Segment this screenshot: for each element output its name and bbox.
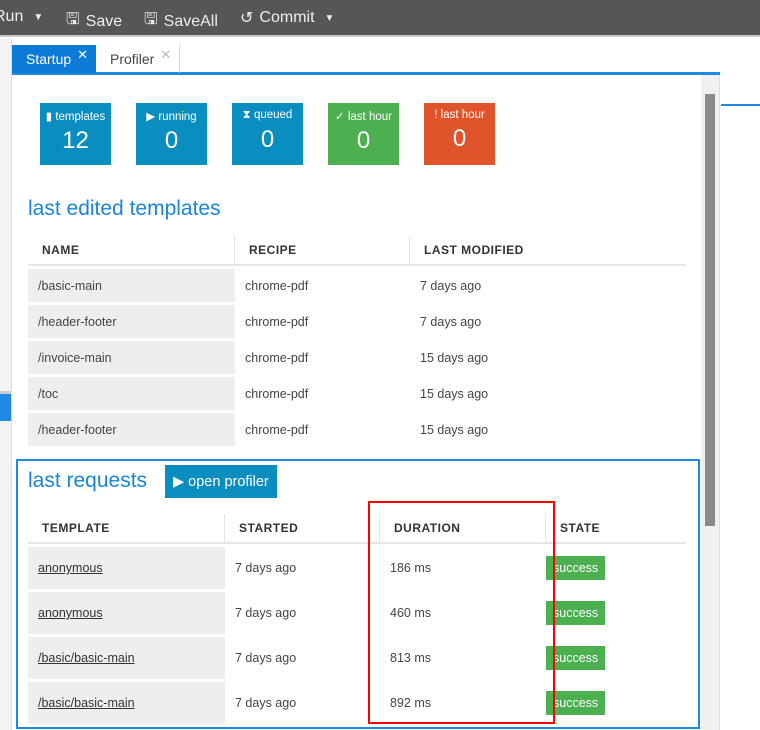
scrollbar[interactable] (701, 75, 720, 730)
table-row[interactable]: /toc chrome-pdf 15 days ago (28, 377, 686, 410)
hourglass-icon: ⧗ (242, 109, 251, 121)
tab-bar: Startup ✕ Profiler ✕ (12, 39, 720, 75)
cell: /invoice-main (28, 341, 235, 374)
caret-down-icon: ▼ (33, 11, 44, 23)
requests-title: last requests (28, 469, 148, 492)
tile-label: ! last hour (434, 109, 485, 121)
col-recipe: RECIPE (235, 236, 410, 266)
col-template: TEMPLATE (28, 514, 225, 544)
cell: chrome-pdf (245, 422, 309, 437)
saveall-button[interactable]: 🖫 SaveAll (144, 8, 218, 35)
duration-highlight-box (368, 501, 555, 724)
cell: chrome-pdf (245, 314, 309, 329)
commit-button[interactable]: ↺ Commit ▼ (240, 8, 334, 28)
scrollbar-thumb[interactable] (705, 94, 715, 526)
started-cell: 7 days ago (235, 651, 297, 665)
template-link[interactable]: /basic/basic-main (38, 651, 135, 665)
requests-table: TEMPLATE STARTED DURATION STATE anonymou… (28, 511, 686, 727)
cell: 7 days ago (420, 278, 482, 293)
tile-label: ✓ last hour (335, 111, 392, 123)
last-requests-panel: last requests ▶ open profiler TEMPLATE ST… (16, 459, 700, 729)
cell: chrome-pdf (245, 350, 309, 365)
templates-table: NAME RECIPE LAST MODIFIED /basic-main chr… (28, 233, 686, 449)
table-row[interactable]: /basic-main chrome-pdf 7 days ago (28, 269, 686, 302)
template-link[interactable]: anonymous (38, 561, 103, 575)
templates-title: last edited templates (28, 197, 221, 220)
cell: chrome-pdf (245, 386, 309, 401)
run-label: Run (0, 8, 24, 25)
cell: /header-footer (28, 305, 235, 338)
stat-tile-queued: ⧗ queued 0 (232, 103, 303, 165)
tab-profiler[interactable]: Profiler ✕ (96, 45, 181, 73)
cell: /toc (28, 377, 235, 410)
started-cell: 7 days ago (235, 606, 297, 620)
tile-label: ▮ templates (45, 111, 106, 123)
run-button[interactable]: Run ▼ (0, 8, 43, 26)
save-button[interactable]: 🖫 Save (66, 8, 122, 35)
col-state: STATE (546, 514, 686, 544)
tile-value: 12 (62, 127, 89, 154)
tile-label: ▶ running (146, 111, 197, 123)
stat-tile-last-hour: ✓ last hour 0 (328, 103, 399, 165)
exclamation-icon: ! (434, 109, 438, 121)
floppy-icon: 🖫 (144, 11, 158, 28)
cell: 15 days ago (420, 422, 489, 437)
table-row[interactable]: /header-footer chrome-pdf 7 days ago (28, 305, 686, 338)
right-pane-divider (721, 104, 760, 106)
table-row: /basic/basic-main 7 days ago 892 ms succ… (28, 682, 686, 724)
table-row: anonymous 7 days ago 186 ms success (28, 547, 686, 589)
open-profiler-button[interactable]: ▶ open profiler (165, 465, 277, 498)
toolbar: Run ▼ 🖫 Save 🖫 SaveAll ↺ Commit ▼ (0, 0, 760, 37)
stat-tile-last-hour: ! last hour 0 (424, 103, 495, 165)
close-icon[interactable]: ✕ (77, 47, 88, 63)
cell: 7 days ago (420, 314, 482, 329)
caret-down-icon: ▼ (324, 12, 335, 24)
tile-value: 0 (356, 127, 371, 154)
sidebar-selected-item[interactable] (0, 391, 11, 421)
table-row[interactable]: /header-footer chrome-pdf 15 days ago (28, 413, 686, 446)
left-sidebar (0, 39, 12, 730)
table-row[interactable]: /invoice-main chrome-pdf 15 days ago (28, 341, 686, 374)
cell: 15 days ago (420, 386, 489, 401)
template-link[interactable]: anonymous (38, 606, 103, 620)
play-icon: ▶ (146, 111, 156, 123)
history-icon: ↺ (240, 10, 254, 27)
table-row: /basic/basic-main 7 days ago 813 ms succ… (28, 637, 686, 679)
saveall-label: SaveAll (163, 12, 218, 30)
commit-label: Commit (259, 9, 315, 26)
floppy-icon: 🖫 (66, 11, 80, 28)
template-link[interactable]: /basic/basic-main (38, 696, 135, 710)
file-icon: ▮ (45, 111, 53, 123)
tile-value: 0 (452, 125, 467, 152)
tile-value: 0 (260, 126, 275, 153)
col-name: NAME (28, 236, 235, 266)
stat-tile-templates: ▮ templates 12 (40, 103, 111, 165)
tile-value: 0 (164, 127, 179, 154)
check-icon: ✓ (335, 111, 345, 123)
save-label: Save (85, 12, 123, 30)
cell: chrome-pdf (245, 278, 309, 293)
tab-label: Startup (26, 51, 72, 67)
cell: /basic-main (28, 269, 235, 302)
col-last-modified: LAST MODIFIED (410, 236, 686, 266)
started-cell: 7 days ago (235, 696, 297, 710)
open-profiler-label: open profiler (188, 473, 269, 490)
close-icon[interactable]: ✕ (160, 47, 171, 63)
stat-tile-running: ▶ running 0 (136, 103, 207, 165)
started-cell: 7 days ago (235, 561, 297, 575)
table-row: anonymous 7 days ago 460 ms success (28, 592, 686, 634)
cell: 15 days ago (420, 350, 489, 365)
tab-label: Profiler (110, 51, 155, 67)
tile-label: ⧗ queued (242, 109, 293, 121)
col-started: STARTED (225, 514, 380, 544)
cell: /header-footer (28, 413, 235, 446)
play-icon: ▶ (173, 473, 185, 490)
tab-startup[interactable]: Startup ✕ (12, 45, 97, 73)
